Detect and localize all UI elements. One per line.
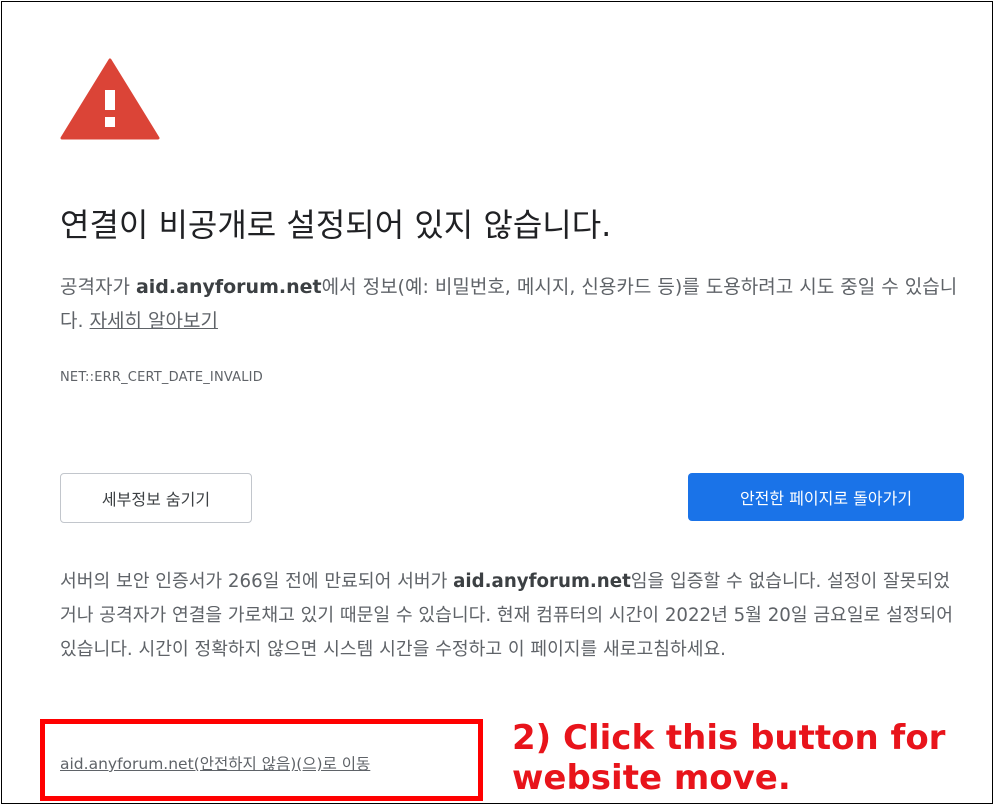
page-title: 연결이 비공개로 설정되어 있지 않습니다. xyxy=(60,206,612,244)
back-to-safety-button[interactable]: 안전한 페이지로 돌아가기 xyxy=(688,473,964,521)
description-text-start: 공격자가 xyxy=(60,276,136,298)
certificate-details: 서버의 보안 인증서가 266일 전에 만료되어 서버가 aid.anyforu… xyxy=(60,565,960,667)
details-host: aid.anyforum.net xyxy=(453,571,631,592)
instruction-annotation: 2) Click this button for website move. xyxy=(512,718,982,798)
error-code: NET::ERR_CERT_DATE_INVALID xyxy=(60,370,263,385)
learn-more-link[interactable]: 자세히 알아보기 xyxy=(90,310,218,332)
annotation-line-2: website move. xyxy=(512,758,791,798)
warning-triangle-icon xyxy=(60,58,160,140)
annotation-line-1: 2) Click this button for xyxy=(512,718,946,758)
proceed-unsafe-link[interactable]: aid.anyforum.net(안전하지 않음)(으)로 이동 xyxy=(60,752,370,774)
description-host: aid.anyforum.net xyxy=(135,276,322,298)
hide-details-button[interactable]: 세부정보 숨기기 xyxy=(60,473,252,523)
warning-description: 공격자가 aid.anyforum.net에서 정보(예: 비밀번호, 메시지,… xyxy=(60,270,960,338)
details-text-start: 서버의 보안 인증서가 266일 전에 만료되어 서버가 xyxy=(60,571,454,592)
